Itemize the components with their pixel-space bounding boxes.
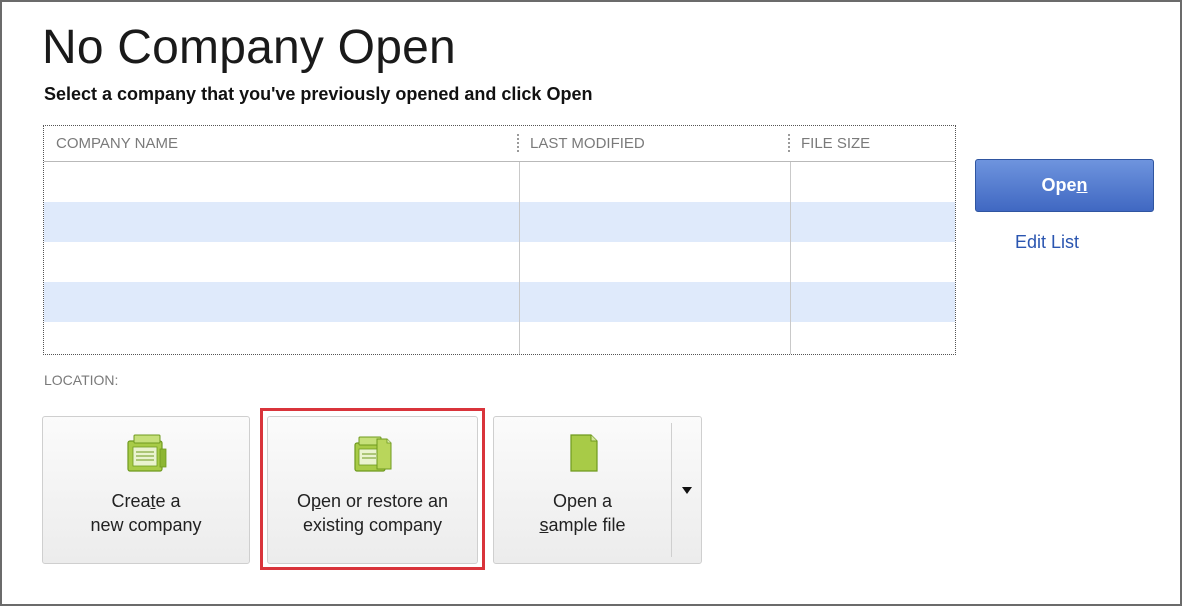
table-header: COMPANY NAME LAST MODIFIED FILE SIZE xyxy=(44,126,955,162)
open-restore-company-button[interactable]: Open or restore an existing company xyxy=(267,416,478,564)
label-text: Crea xyxy=(111,491,151,511)
table-row[interactable] xyxy=(44,322,955,354)
open-restore-company-label: Open or restore an existing company xyxy=(268,489,477,537)
dropdown-arrow-icon[interactable] xyxy=(682,487,692,494)
label-text: ample file xyxy=(548,515,626,535)
column-header-last-modified[interactable]: LAST MODIFIED xyxy=(530,126,645,162)
no-company-open-window: No Company Open Select a company that yo… xyxy=(0,0,1182,606)
page-title: No Company Open xyxy=(42,21,456,74)
column-resize-handle[interactable] xyxy=(788,134,790,152)
edit-list-link[interactable]: Edit List xyxy=(1015,232,1079,253)
open-company-icon xyxy=(353,436,391,472)
open-sample-file-label: Open a sample file xyxy=(494,489,671,537)
label-text: new company xyxy=(90,515,202,535)
column-header-file-size[interactable]: FILE SIZE xyxy=(801,126,870,162)
open-button-mnemonic: n xyxy=(1076,175,1088,195)
label-text: en or restore an xyxy=(320,491,449,511)
column-divider xyxy=(790,162,791,354)
new-company-icon xyxy=(127,434,167,472)
page-subtitle: Select a company that you've previously … xyxy=(44,84,593,104)
column-resize-handle[interactable] xyxy=(517,134,519,152)
create-new-company-label: Create a new company xyxy=(43,489,249,537)
table-row[interactable] xyxy=(44,162,955,202)
label-text: O xyxy=(296,491,311,511)
split-divider xyxy=(671,423,672,557)
table-row[interactable] xyxy=(44,282,955,322)
sample-file-icon xyxy=(569,434,598,472)
label-mnemonic: p xyxy=(310,491,321,511)
table-row[interactable] xyxy=(44,242,955,282)
open-button[interactable]: Open xyxy=(975,159,1154,212)
column-divider xyxy=(519,162,520,354)
open-sample-file-button[interactable]: Open a sample file xyxy=(493,416,702,564)
label-text: existing company xyxy=(302,515,443,535)
label-text: Open a xyxy=(552,491,613,511)
label-text: e a xyxy=(155,491,181,511)
open-button-label: Ope xyxy=(1041,175,1077,195)
company-list-table[interactable]: COMPANY NAME LAST MODIFIED FILE SIZE xyxy=(43,125,956,355)
location-label: LOCATION: xyxy=(44,372,119,388)
column-header-company-name[interactable]: COMPANY NAME xyxy=(56,126,178,162)
table-row[interactable] xyxy=(44,202,955,242)
create-new-company-button[interactable]: Create a new company xyxy=(42,416,250,564)
